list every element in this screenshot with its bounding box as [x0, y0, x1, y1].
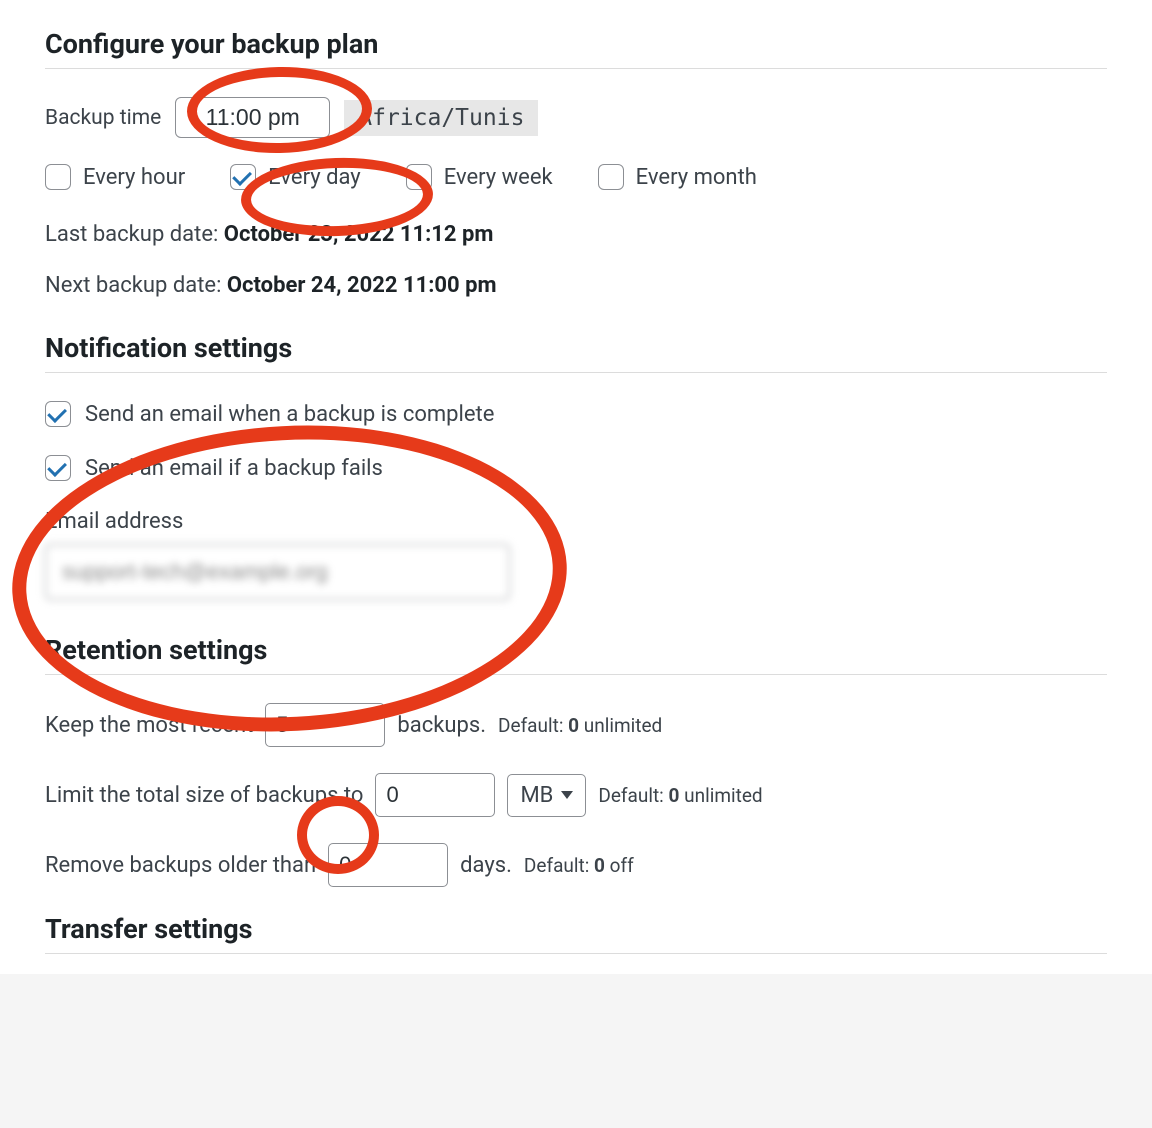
limit-size-default: Default: 0 unlimited: [598, 784, 762, 807]
backup-time-input[interactable]: [175, 97, 330, 138]
checkbox-notify-fails[interactable]: [45, 455, 71, 481]
section-title-retention: Retention settings: [45, 634, 1107, 675]
notify-backup-fails[interactable]: Send an email if a backup fails: [45, 455, 1107, 481]
frequency-every-day[interactable]: Every day: [230, 164, 361, 190]
email-address-label: Email address: [45, 509, 1107, 534]
frequency-every-week[interactable]: Every week: [406, 164, 553, 190]
notify-label: Send an email if a backup fails: [85, 456, 383, 481]
section-title-transfer: Transfer settings: [45, 913, 1107, 954]
section-title-notification: Notification settings: [45, 332, 1107, 373]
next-backup-date: Next backup date: October 24, 2022 11:00…: [45, 273, 1107, 298]
keep-recent-suffix: backups.: [397, 713, 486, 738]
checkbox-every-week[interactable]: [406, 164, 432, 190]
unit-label: MB: [520, 783, 553, 808]
frequency-label: Every hour: [83, 165, 185, 190]
backup-time-label: Backup time: [45, 106, 161, 130]
remove-older-prefix: Remove backups older than: [45, 853, 316, 878]
keep-recent-input[interactable]: [265, 703, 385, 747]
remove-older-suffix: days.: [460, 853, 512, 878]
remove-older-default: Default: 0 off: [524, 854, 634, 877]
checkbox-every-month[interactable]: [598, 164, 624, 190]
timezone-badge: Africa/Tunis: [344, 100, 538, 136]
email-address-input[interactable]: [45, 544, 510, 600]
frequency-label: Every day: [268, 165, 361, 190]
frequency-every-hour[interactable]: Every hour: [45, 164, 185, 190]
frequency-label: Every week: [444, 165, 553, 190]
checkbox-every-hour[interactable]: [45, 164, 71, 190]
last-backup-date: Last backup date: October 23, 2022 11:12…: [45, 222, 1107, 247]
section-title-configure: Configure your backup plan: [45, 28, 1107, 69]
frequency-every-month[interactable]: Every month: [598, 164, 757, 190]
limit-size-unit-select[interactable]: MB: [507, 774, 586, 817]
limit-size-prefix: Limit the total size of backups to: [45, 783, 363, 808]
limit-size-input[interactable]: [375, 773, 495, 817]
notify-backup-complete[interactable]: Send an email when a backup is complete: [45, 401, 1107, 427]
chevron-down-icon: [561, 791, 573, 799]
checkbox-notify-complete[interactable]: [45, 401, 71, 427]
notify-label: Send an email when a backup is complete: [85, 402, 494, 427]
checkbox-every-day[interactable]: [230, 164, 256, 190]
keep-recent-prefix: Keep the most recent: [45, 713, 253, 738]
frequency-label: Every month: [636, 165, 757, 190]
keep-recent-default: Default: 0 unlimited: [498, 714, 662, 737]
remove-older-input[interactable]: [328, 843, 448, 887]
